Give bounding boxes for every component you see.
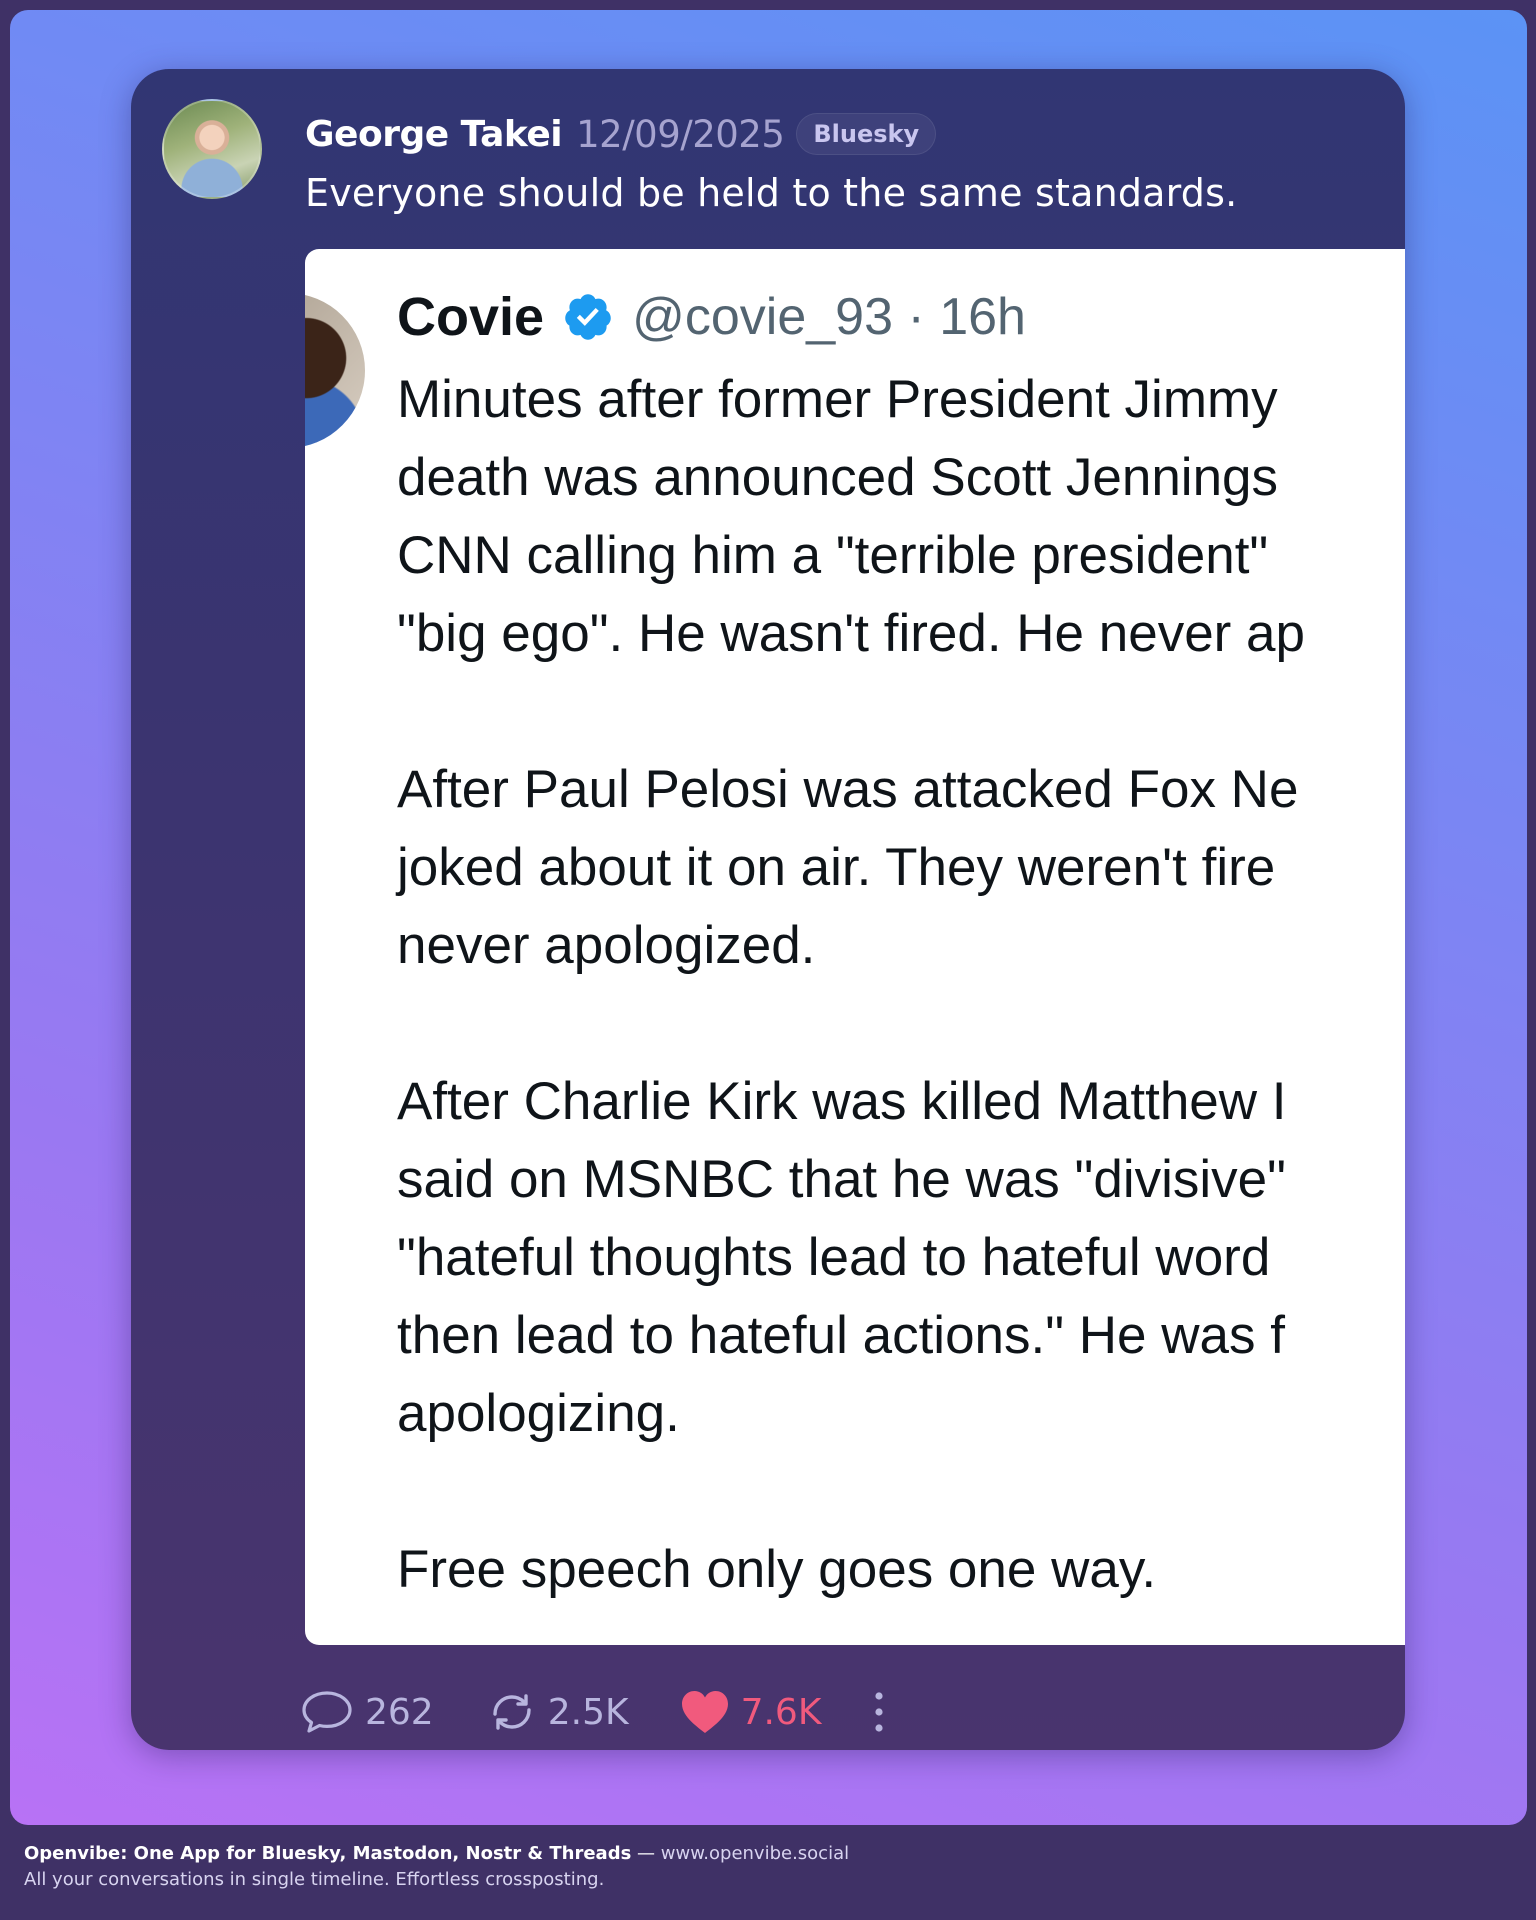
quoted-avatar [305, 293, 365, 448]
post-text: Everyone should be held to the same stan… [305, 171, 1238, 215]
post-header: George Takei 12/09/2025 Bluesky [305, 109, 937, 159]
repost-button[interactable]: 2.5K [486, 1688, 629, 1736]
footer-url[interactable]: www.openvibe.social [661, 1843, 849, 1864]
footer-line: Openvibe: One App for Bluesky, Mastodon,… [24, 1843, 849, 1864]
footer-brand: Openvibe: One App for Bluesky, Mastodon,… [24, 1843, 632, 1864]
footer-tagline: All your conversations in single timelin… [24, 1869, 605, 1890]
post-card[interactable]: George Takei 12/09/2025 Bluesky Everyone… [131, 69, 1405, 1750]
embedded-image[interactable]: Covie @covie_93 · 16h Minutes after form… [305, 249, 1405, 1645]
repost-icon [493, 1694, 531, 1730]
action-bar: 262 2.5K 7.6K [299, 1684, 887, 1740]
footer: Openvibe: One App for Bluesky, Mastodon,… [24, 1843, 849, 1890]
more-button[interactable] [871, 1688, 887, 1736]
post-date: 12/09/2025 [576, 112, 785, 156]
footer-separator: — [631, 1843, 661, 1864]
quoted-body: Minutes after former President Jimmy dea… [397, 370, 1306, 1599]
avatar[interactable] [162, 99, 262, 199]
background-frame: George Takei 12/09/2025 Bluesky Everyone… [10, 10, 1527, 1825]
repost-count: 2.5K [547, 1691, 629, 1733]
reply-icon [302, 1691, 352, 1733]
quoted-author-name: Covie [397, 287, 545, 347]
like-button[interactable]: 7.6K [679, 1688, 822, 1736]
quoted-handle-time: @covie_93 · 16h [632, 288, 1026, 346]
reply-count: 262 [365, 1691, 434, 1733]
verified-badge-icon [565, 294, 611, 340]
quoted-header: Covie @covie_93 · 16h [397, 285, 1026, 349]
more-vertical-icon [875, 1692, 884, 1732]
author-name[interactable]: George Takei [305, 114, 563, 155]
platform-badge: Bluesky [796, 113, 937, 155]
reply-button[interactable]: 262 [299, 1688, 434, 1736]
heart-icon [681, 1691, 728, 1733]
like-count: 7.6K [740, 1691, 822, 1733]
